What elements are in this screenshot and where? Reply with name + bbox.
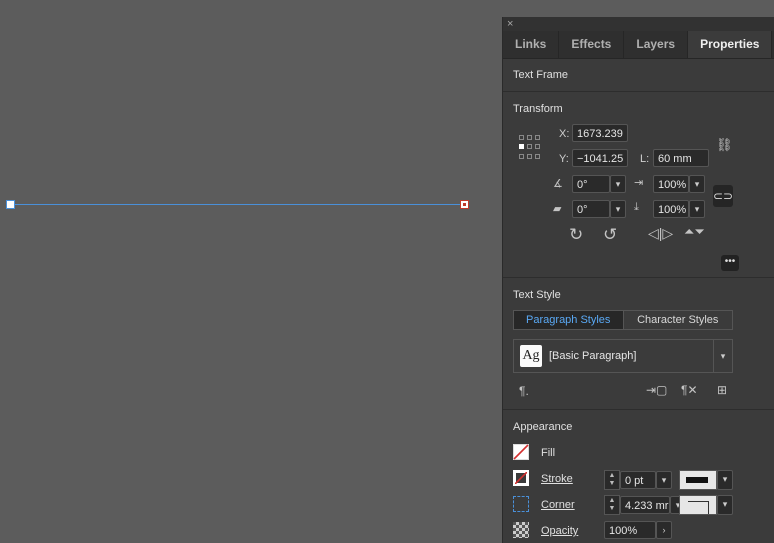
panel-tabs: Links Effects Layers Properties <box>503 31 774 59</box>
corner-shape-dropdown[interactable]: ▾ <box>717 495 733 515</box>
shear-dropdown[interactable]: ▾ <box>610 200 626 218</box>
scale-x-icon: ⇥ <box>634 177 644 189</box>
tab-properties[interactable]: Properties <box>688 31 773 58</box>
scale-x-field[interactable]: 100% <box>653 175 689 193</box>
length-field[interactable]: 60 mm <box>653 149 709 167</box>
stroke-swatch-icon[interactable] <box>513 470 529 486</box>
x-field[interactable]: 1673.239 <box>572 124 628 142</box>
shear-field[interactable]: 0° <box>572 200 610 218</box>
section-title-text-frame: Text Frame <box>513 69 569 81</box>
properties-panel: × Links Effects Layers Properties Text F… <box>502 17 774 543</box>
length-label: L: <box>640 153 650 165</box>
frame-handle-left[interactable] <box>6 200 15 209</box>
rotate-clockwise-icon[interactable]: ↻ <box>569 225 583 245</box>
fill-swatch-icon[interactable] <box>513 444 529 460</box>
tab-paragraph-styles[interactable]: Paragraph Styles <box>514 311 624 329</box>
stroke-label[interactable]: Stroke <box>541 473 573 485</box>
tab-effects[interactable]: Effects <box>559 31 625 58</box>
corner-stepper[interactable]: ▲ ▼ <box>604 495 620 515</box>
flip-vertical-icon[interactable]: ⏶⏷ <box>684 224 705 240</box>
y-label: Y: <box>559 153 569 165</box>
opacity-slider-button[interactable]: › <box>656 521 672 539</box>
selected-line-frame[interactable] <box>10 204 464 205</box>
rotation-field[interactable]: 0° <box>572 175 610 193</box>
stroke-stepper[interactable]: ▲ ▼ <box>604 470 620 490</box>
stroke-weight-dropdown[interactable]: ▾ <box>656 471 672 489</box>
scale-y-dropdown[interactable]: ▾ <box>689 200 705 218</box>
tab-layers[interactable]: Layers <box>624 31 689 58</box>
opacity-label[interactable]: Opacity <box>541 525 578 537</box>
rotation-angle-icon: ∡ <box>553 178 563 190</box>
style-preview-icon: Ag <box>520 345 542 367</box>
stroke-type-dropdown[interactable]: ▾ <box>717 470 733 490</box>
corner-shape-swatch[interactable] <box>679 495 717 515</box>
flip-horizontal-icon[interactable]: ◁|▷ <box>648 225 673 242</box>
fill-label: Fill <box>541 447 556 459</box>
frame-out-port-handle[interactable] <box>460 200 469 209</box>
section-title-appearance: Appearance <box>513 421 573 433</box>
paragraph-style-dropdown[interactable]: Ag [Basic Paragraph] ▾ <box>513 339 733 373</box>
paragraph-mark-icon[interactable]: ¶. <box>519 384 529 398</box>
more-options-icon[interactable]: ••• <box>721 255 739 271</box>
clear-overrides-icon[interactable]: ¶✕ <box>681 383 698 397</box>
tab-links[interactable]: Links <box>503 31 560 58</box>
rotation-dropdown[interactable]: ▾ <box>610 175 626 193</box>
close-icon[interactable]: × <box>507 17 513 31</box>
corner-options-icon[interactable] <box>513 496 529 512</box>
rotate-counterclockwise-icon[interactable]: ↺ <box>603 225 617 245</box>
divider <box>503 91 774 92</box>
tab-character-styles[interactable]: Character Styles <box>623 311 732 329</box>
y-field[interactable]: −1041.25 <box>572 149 628 167</box>
corner-label[interactable]: Corner <box>541 499 575 511</box>
style-tabs: Paragraph Styles Character Styles <box>513 310 733 330</box>
corner-size-field[interactable]: 4.233 mr <box>620 496 670 514</box>
panel-header: × <box>503 17 774 31</box>
scale-y-icon: ⤓ <box>634 201 639 213</box>
divider <box>503 409 774 410</box>
chevron-down-icon[interactable]: ▾ <box>713 340 732 372</box>
x-label: X: <box>559 128 570 140</box>
scale-x-dropdown[interactable]: ▾ <box>689 175 705 193</box>
unlink-icon[interactable]: ⛓ <box>716 137 733 153</box>
constrain-proportions-icon[interactable]: ⊂⊃ <box>713 185 733 207</box>
opacity-icon <box>513 522 529 538</box>
document-canvas[interactable] <box>0 0 502 543</box>
paragraph-style-value: [Basic Paragraph] <box>549 350 637 362</box>
stroke-type-swatch[interactable] <box>679 470 717 490</box>
stroke-weight-field[interactable]: 0 pt <box>620 471 656 489</box>
scale-y-field[interactable]: 100% <box>653 200 689 218</box>
divider <box>503 277 774 278</box>
section-title-text-style: Text Style <box>513 289 561 301</box>
reference-point-grid[interactable] <box>519 135 545 161</box>
section-title-transform: Transform <box>513 103 563 115</box>
apply-style-icon[interactable]: ⇥▢ <box>646 383 667 397</box>
new-style-icon[interactable]: ⊞ <box>717 383 727 397</box>
opacity-field[interactable]: 100% <box>604 521 656 539</box>
shear-angle-icon: ▰ <box>553 203 562 215</box>
